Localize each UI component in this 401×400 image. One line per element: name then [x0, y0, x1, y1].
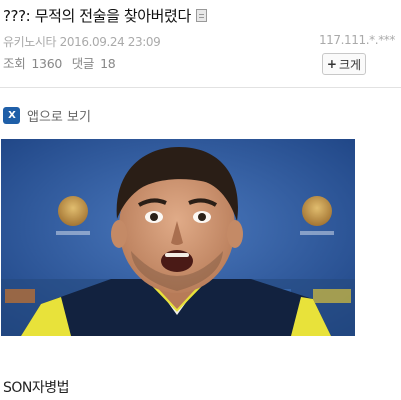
post-meta: 유키노시타 2016.09.24 23:09 117.111.*.***	[3, 33, 395, 50]
views-label: 조회	[3, 56, 26, 71]
post-datetime: 2016.09.24 23:09	[59, 35, 161, 49]
comments-count[interactable]: 18	[100, 56, 116, 71]
view-in-app-link[interactable]: X 앱으로 보기	[3, 106, 91, 125]
views-count: 1360	[31, 56, 63, 71]
press-conference-photo	[1, 139, 355, 336]
post-ip: 117.111.*.***	[318, 33, 395, 47]
comments-label: 댓글	[71, 56, 95, 71]
document-icon	[195, 8, 207, 22]
post-author[interactable]: 유키노시타	[3, 35, 57, 49]
post-photo	[1, 139, 355, 336]
enlarge-button[interactable]: + 크게	[322, 53, 366, 75]
post-title-row: ???: 무적의 전술을 찾아버렸다	[3, 4, 398, 26]
post-stats: 조회 1360 댓글 18	[3, 53, 121, 72]
divider	[0, 87, 401, 88]
enlarge-button-label: 크게	[338, 57, 362, 72]
view-in-app-label: 앱으로 보기	[27, 110, 91, 125]
plus-icon: +	[326, 57, 337, 71]
app-logo-icon: X	[3, 107, 20, 124]
post-title: ???: 무적의 전술을 찾아버렸다	[3, 6, 191, 25]
post-caption: SON자병법	[3, 380, 70, 396]
